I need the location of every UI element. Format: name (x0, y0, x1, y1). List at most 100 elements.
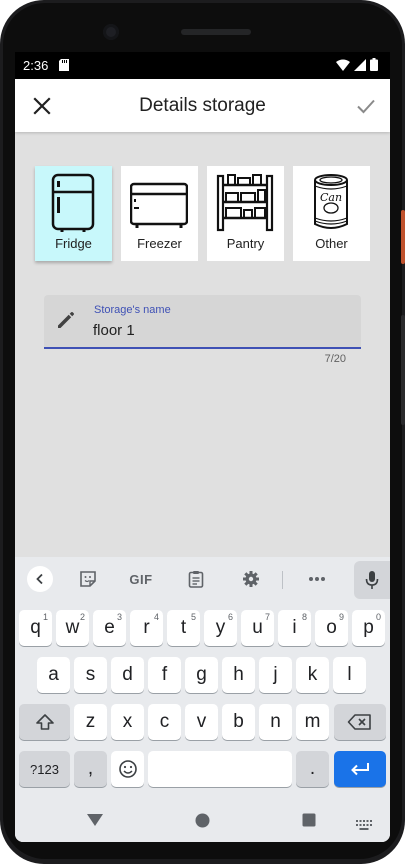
signal-icon (354, 58, 366, 71)
key-b[interactable]: b (222, 704, 255, 740)
key-hint: 9 (338, 612, 344, 622)
shift-key[interactable] (19, 704, 70, 740)
key-e[interactable]: 3e (93, 610, 126, 646)
key-label: b (233, 711, 244, 732)
key-t[interactable]: 5t (167, 610, 200, 646)
storage-name-field[interactable]: Storage's name (44, 295, 361, 349)
period-key[interactable]: . (296, 751, 329, 787)
key-label: n (270, 711, 281, 732)
key-label: p (363, 617, 374, 638)
key-label: a (48, 664, 59, 685)
key-a[interactable]: a (37, 657, 70, 693)
wifi-icon (336, 59, 350, 71)
keyboard-icon (356, 820, 372, 830)
key-hint: 7 (264, 612, 270, 622)
pencil-icon (58, 311, 75, 328)
check-icon (357, 99, 375, 114)
clipboard-button[interactable] (183, 557, 209, 601)
key-label: j (273, 664, 278, 685)
key-n[interactable]: n (259, 704, 292, 740)
square-icon (302, 813, 316, 827)
key-label: u (252, 617, 263, 638)
comma-key[interactable]: , (74, 751, 107, 787)
key-hint: 0 (375, 612, 381, 622)
freezer-icon (130, 182, 188, 228)
key-label: x (122, 711, 133, 732)
emoji-key[interactable] (111, 751, 144, 787)
keyboard-toolbar: GIF (15, 557, 390, 601)
key-g[interactable]: g (185, 657, 218, 693)
front-camera (103, 24, 119, 40)
power-button (401, 315, 405, 425)
key-w[interactable]: 2w (56, 610, 89, 646)
storage-type-label: Pantry (226, 236, 265, 251)
key-q[interactable]: 1q (19, 610, 52, 646)
key-z[interactable]: z (74, 704, 107, 740)
navigation-bar (15, 797, 390, 842)
key-k[interactable]: k (296, 657, 329, 693)
nav-home-button[interactable] (195, 813, 210, 833)
symbols-key[interactable]: ?123 (19, 751, 70, 787)
key-hint: 2 (79, 612, 85, 622)
status-icons (336, 58, 378, 71)
key-h[interactable]: h (222, 657, 255, 693)
storage-type-other[interactable]: Can Other (293, 166, 370, 261)
voice-input-button[interactable] (354, 561, 390, 599)
backspace-key[interactable] (334, 704, 386, 740)
nav-back-button[interactable] (86, 813, 104, 832)
can-label-text: Can (320, 191, 342, 204)
status-time: 2:36 (23, 58, 49, 73)
storage-type-label: Other (315, 236, 348, 251)
storage-type-freezer[interactable]: Freezer (121, 166, 198, 261)
key-l[interactable]: l (333, 657, 366, 693)
screen: 2:36 Details storage Fridge Freezer Pant… (15, 52, 390, 842)
enter-icon (351, 763, 369, 776)
key-j[interactable]: j (259, 657, 292, 693)
key-label: m (304, 711, 321, 732)
key-label: d (122, 664, 133, 685)
key-x[interactable]: x (111, 704, 144, 740)
settings-button[interactable] (238, 557, 264, 601)
app-bar: Details storage (15, 79, 390, 132)
storage-name-input[interactable] (93, 320, 343, 340)
nav-recents-button[interactable] (302, 813, 316, 832)
shift-icon (35, 714, 54, 730)
more-button[interactable] (303, 557, 331, 601)
volume-button (401, 210, 405, 264)
save-button[interactable] (354, 94, 378, 118)
key-hint: 1 (42, 612, 48, 622)
key-label: r (143, 617, 150, 638)
phone-frame: 2:36 Details storage Fridge Freezer Pant… (0, 0, 405, 864)
storage-type-pantry[interactable]: Pantry (207, 166, 284, 261)
key-r[interactable]: 4r (130, 610, 163, 646)
key-c[interactable]: c (148, 704, 181, 740)
key-m[interactable]: m (296, 704, 329, 740)
key-i[interactable]: 8i (278, 610, 311, 646)
key-f[interactable]: f (148, 657, 181, 693)
space-key[interactable] (148, 751, 292, 787)
key-label: o (326, 617, 337, 638)
key-o[interactable]: 9o (315, 610, 348, 646)
gif-label: GIF (129, 571, 153, 587)
enter-key[interactable] (334, 751, 386, 787)
character-counter: 7/20 (324, 353, 346, 365)
key-s[interactable]: s (74, 657, 107, 693)
key-label: i (292, 617, 297, 638)
sticker-button[interactable] (75, 557, 101, 601)
storage-type-label: Freezer (137, 236, 182, 251)
triangle-down-icon (87, 814, 103, 826)
keyboard-back-button[interactable] (25, 557, 55, 601)
key-v[interactable]: v (185, 704, 218, 740)
gif-button[interactable]: GIF (125, 557, 157, 601)
storage-type-fridge[interactable]: Fridge (35, 166, 112, 261)
emoji-icon (118, 760, 137, 778)
key-p[interactable]: 0p (352, 610, 385, 646)
key-hint: 3 (116, 612, 122, 622)
key-y[interactable]: 6y (204, 610, 237, 646)
key-u[interactable]: 7u (241, 610, 274, 646)
key-hint: 4 (153, 612, 159, 622)
sticker-icon (80, 571, 96, 587)
key-d[interactable]: d (111, 657, 144, 693)
keyboard-switch-button[interactable] (356, 817, 372, 835)
key-label: . (309, 758, 316, 779)
